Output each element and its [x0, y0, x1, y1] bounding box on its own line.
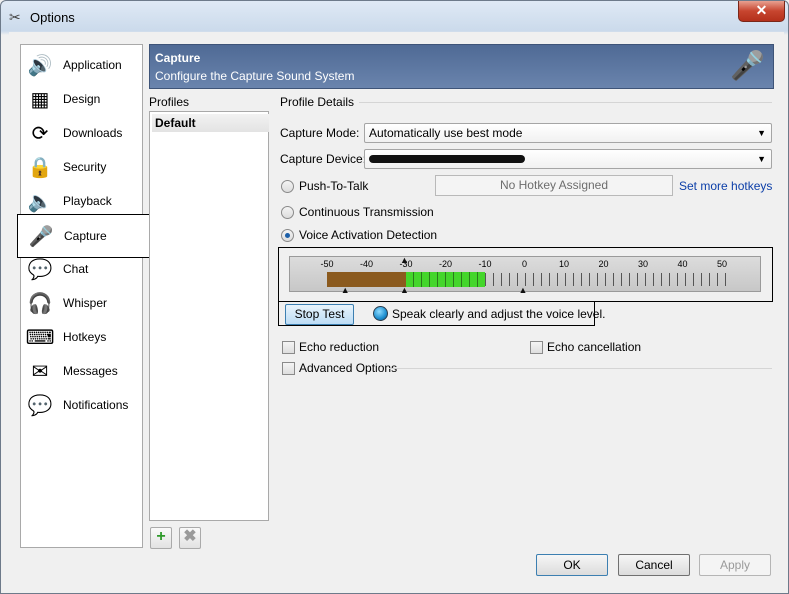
remove-profile-button[interactable]: ✖ [179, 527, 201, 549]
sidebar-item-label: Messages [63, 364, 118, 378]
microphone-icon: 🎤 [28, 225, 54, 248]
sidebar-item-label: Playback [63, 194, 112, 208]
chat-icon: 💬 [27, 258, 53, 281]
echo-reduction-label: Echo reduction [299, 340, 380, 354]
profiles-list[interactable]: Default [149, 111, 269, 521]
sidebar-item-label: Notifications [63, 398, 129, 412]
section-subtitle: Configure the Capture Sound System [155, 69, 355, 83]
profile-item-default[interactable]: Default [152, 114, 269, 132]
voice-level-meter-frame: -50 -40 -30 -20 -10 0 10 20 30 40 50 ▲ ▲ ▲ ▲ [278, 247, 773, 302]
profiles-label: Profiles [149, 95, 190, 109]
sidebar-item-notifications[interactable]: 💬 Notifications [21, 388, 142, 422]
capture-mode-label: Capture Mode: [280, 126, 360, 140]
capture-device-select[interactable]: ▼ [364, 149, 772, 169]
meter-level-above-threshold [406, 272, 485, 287]
sidebar-item-messages[interactable]: ✉ Messages [21, 354, 142, 388]
sidebar-item-label: Security [63, 160, 107, 174]
divider [359, 102, 772, 103]
radio-button-selected[interactable] [281, 229, 294, 242]
meter-scale-label: 40 [677, 259, 688, 269]
redacted-device-name [369, 155, 525, 163]
window-title: Options [30, 10, 75, 25]
hotkeys-icon: ⌨ [25, 326, 55, 349]
security-icon: 🔒 [27, 156, 53, 179]
advanced-options-label: Advanced Options [299, 361, 398, 375]
divider [389, 368, 772, 369]
push-to-talk-label: Push-To-Talk [299, 179, 369, 193]
add-profile-button[interactable]: + [150, 527, 172, 549]
downloads-icon: ⟳ [31, 122, 49, 145]
tools-icon: ✂ [9, 9, 21, 25]
checkbox[interactable] [530, 341, 543, 354]
sidebar-item-security[interactable]: 🔒 Security [21, 150, 142, 184]
sidebar-item-label: Downloads [63, 126, 123, 140]
meter-scale-label: -20 [438, 259, 452, 269]
meter-scale-label: -40 [359, 259, 373, 269]
chevron-down-icon: ▼ [757, 128, 766, 138]
notifications-icon: 💬 [27, 394, 53, 417]
dialog-body: 🔊 Application ▦ Design ⟳ Downloads 🔒 Security 🔈 P… [9, 32, 784, 587]
threshold-slider-handle[interactable]: ▲ [400, 255, 409, 265]
meter-scale-label: 20 [598, 259, 609, 269]
messages-icon: ✉ [31, 360, 49, 383]
sidebar-item-application[interactable]: 🔊 Application [21, 48, 142, 82]
sidebar-item-label: Application [63, 58, 122, 72]
section-title: Capture [155, 51, 201, 65]
sidebar: 🔊 Application ▦ Design ⟳ Downloads 🔒 Security 🔈 P… [17, 44, 153, 548]
test-hint: Speak clearly and adjust the voice level… [392, 307, 606, 321]
section-header: Capture Configure the Capture Sound Syst… [149, 44, 774, 89]
sidebar-item-label: Whisper [63, 296, 108, 310]
title-bar: ✂ Options ✕ [1, 1, 788, 31]
capture-mode-value: Automatically use best mode [369, 126, 523, 140]
playback-icon: 🔈 [27, 190, 53, 213]
application-icon: 🔊 [27, 54, 53, 77]
headset-icon: 🎧 [27, 292, 53, 315]
ok-button[interactable]: OK [536, 554, 608, 576]
profile-details-label: Profile Details [280, 95, 355, 109]
voice-level-meter[interactable]: -50 -40 -30 -20 -10 0 10 20 30 40 50 ▲ ▲ ▲ ▲ [289, 255, 761, 295]
hotkey-field[interactable]: No Hotkey Assigned [435, 175, 673, 196]
sidebar-item-whisper[interactable]: 🎧 Whisper [21, 286, 142, 320]
stop-test-button[interactable]: Stop Test [285, 304, 354, 325]
meter-peak-marker: ▲ [400, 285, 409, 295]
set-more-hotkeys-link[interactable]: Set more hotkeys [679, 179, 772, 193]
cancel-button[interactable]: Cancel [618, 554, 690, 576]
sidebar-item-label: Capture [64, 229, 107, 243]
sidebar-item-label: Design [63, 92, 101, 106]
sidebar-item-playback[interactable]: 🔈 Playback [21, 184, 142, 218]
sidebar-item-downloads[interactable]: ⟳ Downloads [21, 116, 142, 150]
sidebar-item-label: Hotkeys [63, 330, 107, 344]
radio-button[interactable] [281, 206, 294, 219]
capture-mode-select[interactable]: Automatically use best mode ▼ [364, 123, 772, 143]
meter-level-below-threshold [327, 272, 406, 287]
sidebar-item-hotkeys[interactable]: ⌨ Hotkeys [21, 320, 142, 354]
checkbox[interactable] [282, 362, 295, 375]
meter-peak-marker: ▲ [340, 285, 350, 295]
meter-scale-label: 30 [637, 259, 648, 269]
sidebar-item-label: Chat [63, 262, 89, 276]
meter-scale-label: 10 [558, 259, 569, 269]
microphone-icon: 🎤 [730, 50, 765, 81]
meter-scale-label: 0 [521, 259, 527, 269]
apply-button[interactable]: Apply [699, 554, 771, 576]
design-icon: ▦ [30, 88, 50, 111]
echo-cancellation-label: Echo cancellation [547, 340, 642, 354]
radio-button[interactable] [281, 180, 294, 193]
meter-peak-marker: ▲ [518, 285, 528, 295]
sidebar-item-design[interactable]: ▦ Design [21, 82, 142, 116]
status-led-icon [373, 306, 388, 321]
test-row: Stop Test Speak clearly and adjust the v… [278, 301, 605, 326]
voice-activation-label: Voice Activation Detection [299, 228, 438, 242]
close-button[interactable]: ✕ [738, 1, 785, 22]
meter-scale-label: -10 [478, 259, 492, 269]
checkbox[interactable] [282, 341, 295, 354]
capture-device-label: Capture Device: [280, 152, 367, 166]
meter-scale-label: -50 [320, 259, 334, 269]
sidebar-item-chat[interactable]: 💬 Chat [21, 252, 142, 286]
chevron-down-icon: ▼ [757, 154, 766, 164]
meter-scale-label: 50 [716, 259, 727, 269]
continuous-transmission-label: Continuous Transmission [299, 205, 434, 219]
options-window: ✂ Options ✕ 🔊 Application ▦ Design ⟳ Download… [0, 0, 789, 594]
